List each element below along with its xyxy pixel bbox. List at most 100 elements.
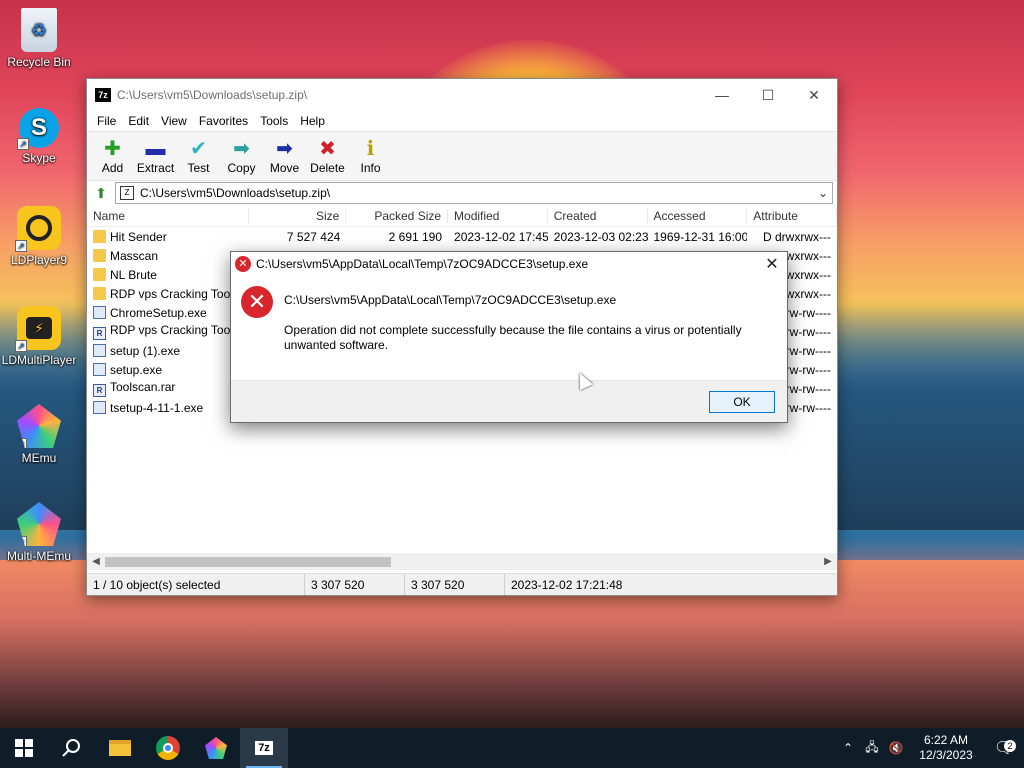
windows-logo-icon [15, 739, 33, 757]
7zip-taskbar-button[interactable]: 7z [240, 728, 288, 768]
7zip-icon: 7z [255, 741, 273, 755]
notification-center-button[interactable]: 🗨 2 [984, 738, 1024, 758]
toolbar-label: Move [269, 161, 300, 175]
menu-edit[interactable]: Edit [122, 114, 155, 128]
folder-icon [93, 286, 106, 300]
toolbar-move-button[interactable]: ➡ Move [263, 137, 306, 175]
toolbar-label: Delete [310, 161, 345, 175]
address-field[interactable]: Z C:\Users\vm5\Downloads\setup.zip\ ⌄ [115, 182, 833, 204]
menu-tools[interactable]: Tools [254, 114, 294, 128]
notification-count: 2 [1004, 740, 1016, 752]
memu-taskbar-button[interactable] [192, 728, 240, 768]
chevron-up-icon[interactable]: ⌃ [836, 741, 860, 755]
menu-file[interactable]: File [91, 114, 122, 128]
error-icon: ✕ [235, 256, 251, 272]
menu-help[interactable]: Help [294, 114, 331, 128]
toolbar-label: Extract [136, 161, 175, 175]
window-title: C:\Users\vm5\Downloads\setup.zip\ [117, 88, 308, 102]
toolbar-extract-button[interactable]: ▬ Extract [134, 137, 177, 175]
status-bar: 1 / 10 object(s) selected 3 307 520 3 30… [87, 573, 837, 595]
column-packed-size[interactable]: Packed Size [346, 208, 449, 223]
menu-favorites[interactable]: Favorites [193, 114, 254, 128]
info-icon: ℹ [366, 138, 375, 160]
error-dialog: ✕ C:\Users\vm5\AppData\Local\Temp\7zOC9A… [230, 251, 788, 423]
cell-name: ChromeSetup.exe [87, 305, 249, 320]
column-size[interactable]: Size [249, 208, 347, 223]
folder-up-icon[interactable]: ⬆ [91, 183, 111, 203]
toolbar-delete-button[interactable]: ✖ Delete [306, 137, 349, 175]
minimize-button[interactable]: — [699, 79, 745, 111]
dialog-message: Operation did not complete successfully … [284, 323, 742, 352]
desktop-icon-label: Recycle Bin [7, 55, 71, 69]
desktop-icon-label: Multi-MEmu [6, 549, 71, 563]
file-name: ChromeSetup.exe [110, 305, 207, 320]
status-date: 2023-12-02 17:21:48 [511, 577, 623, 592]
dialog-title: C:\Users\vm5\AppData\Local\Temp\7zOC9ADC… [256, 257, 589, 271]
desktop-icon-multi-memu[interactable]: ↗ Multi-MEmu [0, 502, 78, 563]
desktop-icon-memu[interactable]: ↗ MEmu [0, 404, 78, 465]
network-icon[interactable]: 🖧 [860, 738, 884, 759]
desktop-icon-label: LDPlayer9 [10, 253, 68, 267]
column-accessed[interactable]: Accessed [648, 208, 748, 223]
column-created[interactable]: Created [548, 208, 648, 223]
desktop-icon-ldmultiplayer[interactable]: ⚡ ↗ LDMultiPlayer [0, 306, 78, 367]
toolbar-copy-button[interactable]: ➡ Copy [220, 137, 263, 175]
memu-icon: ↗ [17, 404, 61, 448]
toolbar-add-button[interactable]: ✚ Add [91, 137, 134, 175]
close-button[interactable]: ✕ [791, 79, 837, 111]
cell-modified: 2023-12-02 17:45 [454, 229, 548, 244]
file-name: tsetup-4-11-1.exe [110, 400, 204, 415]
cell-name: RDP vps Cracking Tools [87, 286, 249, 301]
maximize-button[interactable]: ☐ [745, 79, 791, 111]
scroll-right-icon[interactable]: ▶ [819, 556, 837, 567]
recycle-bin-icon: ♻ [21, 8, 57, 52]
file-name: setup.exe [110, 362, 163, 377]
column-attributes[interactable]: Attribute [747, 208, 837, 223]
file-explorer-button[interactable] [96, 728, 144, 768]
move-icon: ➡ [276, 138, 293, 160]
toolbar-info-button[interactable]: ℹ Info [349, 137, 392, 175]
ok-button[interactable]: OK [709, 391, 775, 413]
volume-muted-icon[interactable]: 🔇 [884, 741, 908, 755]
desktop-icon-ldplayer9[interactable]: ↗ LDPlayer9 [0, 206, 78, 267]
extract-icon: ▬ [145, 138, 166, 160]
search-icon [62, 739, 80, 757]
toolbar-test-button[interactable]: ✔ Test [177, 137, 220, 175]
desktop-icon-skype[interactable]: S ↗ Skype [0, 108, 78, 165]
column-name[interactable]: Name [87, 208, 249, 223]
status-packed: 3 307 520 [405, 574, 505, 595]
cell-name: setup (1).exe [87, 343, 249, 358]
delete-icon: ✖ [319, 138, 336, 160]
multi-memu-icon: ↗ [17, 502, 61, 546]
menu-view[interactable]: View [155, 114, 193, 128]
chevron-down-icon[interactable]: ⌄ [814, 186, 832, 200]
folder-icon [93, 229, 106, 243]
dialog-close-button[interactable]: ✕ [757, 254, 787, 274]
scroll-thumb[interactable] [105, 556, 391, 567]
cell-name: setup.exe [87, 362, 249, 377]
clock-date: 12/3/2023 [919, 748, 973, 762]
table-row[interactable]: Hit Sender 7 527 424 2 691 190 2023-12-02 1… [87, 227, 837, 246]
ldplayer-icon: ↗ [15, 206, 61, 252]
chrome-button[interactable] [144, 728, 192, 768]
clock[interactable]: 6:22 AM 12/3/2023 [908, 733, 984, 763]
scroll-left-icon[interactable]: ◀ [87, 556, 105, 567]
status-selection: 1 / 10 object(s) selected [87, 574, 305, 595]
status-size: 3 307 520 [305, 574, 405, 595]
copy-icon: ➡ [233, 138, 250, 160]
toolbar: ✚ Add ▬ Extract ✔ Test ➡ Copy ➡ Move ✖ Delete ℹ Info [87, 131, 837, 181]
toolbar-label: Copy [227, 161, 256, 175]
file-name: RDP vps Cracking Tools [110, 323, 239, 337]
desktop-icon-label: MEmu [21, 451, 57, 465]
executable-file-icon [93, 400, 106, 414]
horizontal-scrollbar[interactable]: ◀ ▶ [87, 553, 837, 570]
title-bar[interactable]: 7z C:\Users\vm5\Downloads\setup.zip\ — ☐… [87, 79, 837, 111]
desktop-icon-recycle-bin[interactable]: ♻ Recycle Bin [0, 8, 78, 69]
executable-file-icon [93, 362, 106, 376]
cell-name: NL Brute [87, 267, 249, 282]
column-modified[interactable]: Modified [448, 208, 548, 223]
address-bar: ⬆ Z C:\Users\vm5\Downloads\setup.zip\ ⌄ [87, 181, 837, 205]
dialog-title-bar[interactable]: ✕ C:\Users\vm5\AppData\Local\Temp\7zOC9A… [231, 252, 787, 276]
search-button[interactable] [48, 728, 96, 768]
start-button[interactable] [0, 728, 48, 768]
